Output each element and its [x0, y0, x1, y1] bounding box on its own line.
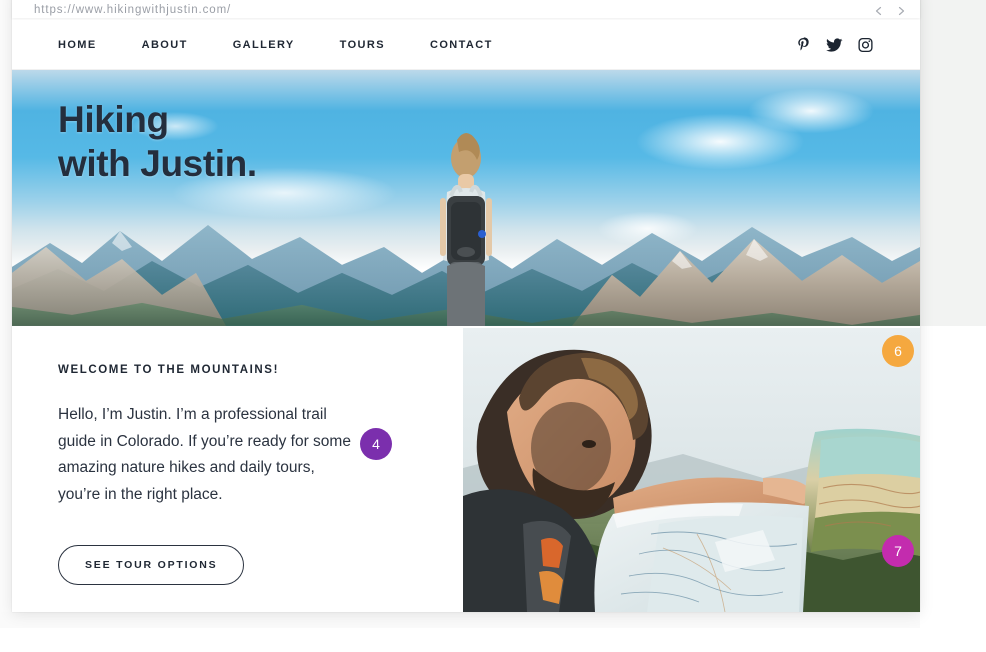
see-tour-options-button[interactable]: SEE TOUR OPTIONS [58, 544, 245, 585]
background-left-strip [0, 0, 12, 620]
nav-item-about[interactable]: ABOUT [142, 35, 188, 55]
intro-section: WELCOME TO THE MOUNTAINS! Hello, I’m Jus… [12, 326, 920, 612]
browser-url-bar[interactable]: https://www.hikingwithjustin.com/ [12, 0, 920, 18]
intro-body-text: Hello, I’m Justin. I’m a professional tr… [58, 406, 351, 503]
map-reading-photo [463, 328, 920, 612]
chevron-right-icon[interactable] [896, 6, 906, 16]
twitter-icon[interactable] [826, 36, 843, 53]
nav-item-gallery[interactable]: GALLERY [233, 35, 295, 55]
intro-eyebrow: WELCOME TO THE MOUNTAINS! [58, 364, 280, 376]
site-navigation-bar: HOME ABOUT GALLERY TOURS CONTACT [12, 20, 920, 70]
annotation-badge-7[interactable]: 7 [882, 535, 914, 567]
hero-hiker-figure [427, 130, 505, 326]
url-text[interactable]: https://www.hikingwithjustin.com/ [34, 4, 231, 17]
nav-item-tours[interactable]: TOURS [340, 35, 385, 55]
background-bottom-strip [0, 612, 920, 628]
intro-text-column: WELCOME TO THE MOUNTAINS! Hello, I’m Jus… [58, 364, 408, 585]
annotation-badge-4[interactable]: 4 [360, 428, 392, 460]
hero-banner: Hiking with Justin. [12, 70, 920, 326]
nav-item-contact[interactable]: CONTACT [430, 35, 493, 55]
nav-links: HOME ABOUT GALLERY TOURS CONTACT [58, 35, 493, 55]
annotation-badge-6[interactable]: 6 [882, 335, 914, 367]
browser-nav-controls [874, 6, 906, 16]
background-gray-panel [920, 0, 986, 326]
nav-item-home[interactable]: HOME [58, 35, 97, 55]
hero-title: Hiking with Justin. [58, 99, 257, 185]
social-icon-group [795, 36, 874, 53]
instagram-icon[interactable] [857, 36, 874, 53]
pinterest-icon[interactable] [795, 36, 812, 53]
chevron-left-icon[interactable] [874, 6, 884, 16]
